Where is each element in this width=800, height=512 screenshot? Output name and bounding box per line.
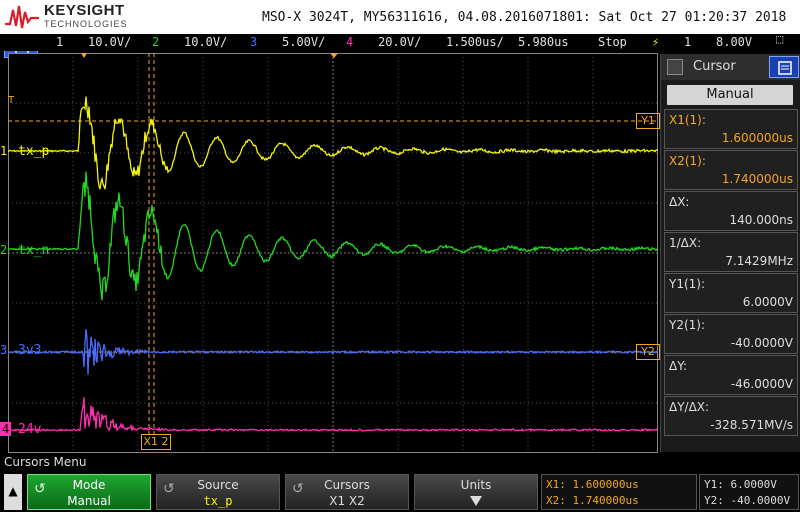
ch4-label: 4 24v: [0, 422, 60, 438]
delay-center-marker: [330, 53, 338, 58]
cursor-row: Y1(1): 6.0000V: [664, 273, 798, 313]
cursor-row: ΔX: 140.000ns: [664, 191, 798, 231]
cursor-row-value: 1.740000us: [721, 172, 793, 186]
x2-readout: X2: 1.740000us: [546, 494, 639, 507]
x-cursor-marker[interactable]: X1 2: [141, 434, 171, 450]
cursor-row-label: ΔY:: [669, 359, 687, 373]
instrument-info: MSO-X 3024T, MY56311616, 04.08.201607180…: [262, 10, 787, 25]
mode-softkey[interactable]: ↺ Mode Manual: [27, 474, 151, 510]
keysight-logo: KEYSIGHT TECHNOLOGIES: [4, 2, 134, 32]
cursor-row: ΔY: -46.0000V: [664, 355, 798, 395]
x1-readout: X1: 1.600000us: [546, 478, 639, 491]
ch4-scale[interactable]: 20.0V/: [378, 35, 421, 49]
ch2-label-name: tx_n: [18, 243, 50, 258]
units-softkey-label: Units: [460, 478, 492, 492]
cursors-softkey-label: Cursors: [324, 478, 370, 492]
cursor-panel-title: Cursor: [693, 59, 736, 74]
cursor-row: Y2(1): -40.0000V: [664, 314, 798, 354]
cursor-row-value: 6.0000V: [742, 295, 793, 309]
cursors-softkey[interactable]: ↺ Cursors X1 X2: [285, 474, 409, 510]
ch1-label-number: 1: [0, 144, 8, 158]
ch4-label-name: 24v: [18, 422, 42, 437]
source-softkey-value: tx_p: [203, 494, 233, 508]
menu-title: Cursors Menu: [4, 455, 87, 469]
cursor-row-value: 140.000ns: [729, 213, 793, 227]
mode-softkey-value: Manual: [67, 494, 111, 508]
source-softkey-label: Source: [197, 478, 239, 492]
ch3-label-number: 3: [0, 343, 8, 357]
cursor-row-value: -328.571MV/s: [710, 418, 793, 432]
collapse-icon[interactable]: [667, 59, 683, 75]
ch2-label-number: 2: [0, 243, 8, 257]
y1-cursor-marker[interactable]: Y1: [636, 113, 660, 129]
ch3-label: 3 3v3: [0, 343, 60, 359]
trigger-position-marker: [81, 53, 87, 58]
ch3-number[interactable]: 3: [250, 35, 257, 49]
cursor-panel-header: Cursor: [661, 54, 800, 80]
ch2-number[interactable]: 2: [152, 35, 159, 49]
y2-cursor-marker[interactable]: Y2: [636, 344, 660, 360]
ch2-label: 2 tx_n: [0, 243, 60, 259]
cursor-row-value: -40.0000V: [730, 336, 793, 350]
run-state: Stop: [598, 35, 627, 49]
ch4-label-number: 4: [0, 422, 12, 436]
cursor-row-label: Y1(1):: [669, 277, 706, 291]
cursor-row-value: -46.0000V: [730, 377, 793, 391]
ch1-label: 1 tx_p: [0, 144, 60, 160]
cursor-row: ΔY/ΔX: -328.571MV/s: [664, 396, 798, 436]
cursor-row-label: ΔX:: [669, 195, 690, 209]
cursor-row-value: 1.600000us: [721, 131, 793, 145]
brand-subtitle: TECHNOLOGIES: [44, 19, 128, 29]
ch1-label-name: tx_p: [18, 144, 50, 159]
ch3-label-name: 3v3: [18, 343, 42, 358]
keysight-wave-icon: [5, 5, 39, 29]
cursor-row: 1/ΔX: 7.1429MHz: [664, 232, 798, 272]
y1-readout: Y1: 6.0000V: [704, 478, 777, 491]
cursor-row-label: 1/ΔX:: [669, 236, 702, 250]
cursor-row: X1(1): 1.600000us: [664, 109, 798, 149]
cursor-mode-badge[interactable]: Manual: [667, 85, 793, 105]
brand-name: KEYSIGHT: [44, 2, 125, 19]
menu-grid-icon: [778, 61, 792, 75]
ch3-scale[interactable]: 5.00V/: [282, 35, 325, 49]
timebase-scale[interactable]: 1.500us/: [446, 35, 504, 49]
back-button[interactable]: ▲: [4, 474, 22, 510]
chevron-down-icon: [415, 494, 537, 511]
cursor-panel: Cursor Manual X1(1): 1.600000us X2(1): 1.74…: [660, 54, 800, 452]
cursor-row-label: X2(1):: [669, 154, 706, 168]
cursors-softkey-value: X1 X2: [329, 494, 365, 508]
cursor-row-label: ΔY/ΔX:: [669, 400, 710, 414]
zoom-icon[interactable]: ⬚: [776, 32, 783, 46]
trigger-level-marker: T: [8, 95, 15, 106]
y-cursor-readout: Y1: 6.0000V Y2: -40.0000V: [699, 474, 799, 510]
source-softkey[interactable]: ↺ Source tx_p: [156, 474, 280, 510]
waveform-display[interactable]: [8, 53, 658, 453]
x-cursor-readout: X1: 1.600000us X2: 1.740000us: [541, 474, 697, 510]
ch2-scale[interactable]: 10.0V/: [184, 35, 227, 49]
ch4-number[interactable]: 4: [346, 35, 353, 49]
graticule: [8, 53, 658, 453]
trigger-level[interactable]: 8.00V: [716, 35, 752, 49]
mode-softkey-label: Mode: [72, 478, 106, 492]
cursor-row-value: 7.1429MHz: [725, 254, 793, 268]
trigger-edge-icon: ⚡: [652, 35, 660, 49]
cursor-row-label: X1(1):: [669, 113, 706, 127]
cursor-row: X2(1): 1.740000us: [664, 150, 798, 190]
ch1-number[interactable]: 1: [56, 35, 63, 49]
trigger-source[interactable]: 1: [684, 35, 691, 49]
units-softkey[interactable]: Units: [414, 474, 538, 510]
title-bar: KEYSIGHT TECHNOLOGIES MSO-X 3024T, MY563…: [0, 0, 800, 34]
ch1-scale[interactable]: 10.0V/: [88, 35, 131, 49]
y2-readout: Y2: -40.0000V: [704, 494, 791, 507]
panel-menu-button[interactable]: [769, 56, 799, 78]
cursor-row-label: Y2(1):: [669, 318, 706, 332]
ch3-waveform: [8, 329, 658, 375]
timebase-delay[interactable]: 5.980us: [518, 35, 569, 49]
status-bar: 1 10.0V/ 2 10.0V/ 3 5.00V/ 4 20.0V/ 1.50…: [0, 32, 800, 51]
